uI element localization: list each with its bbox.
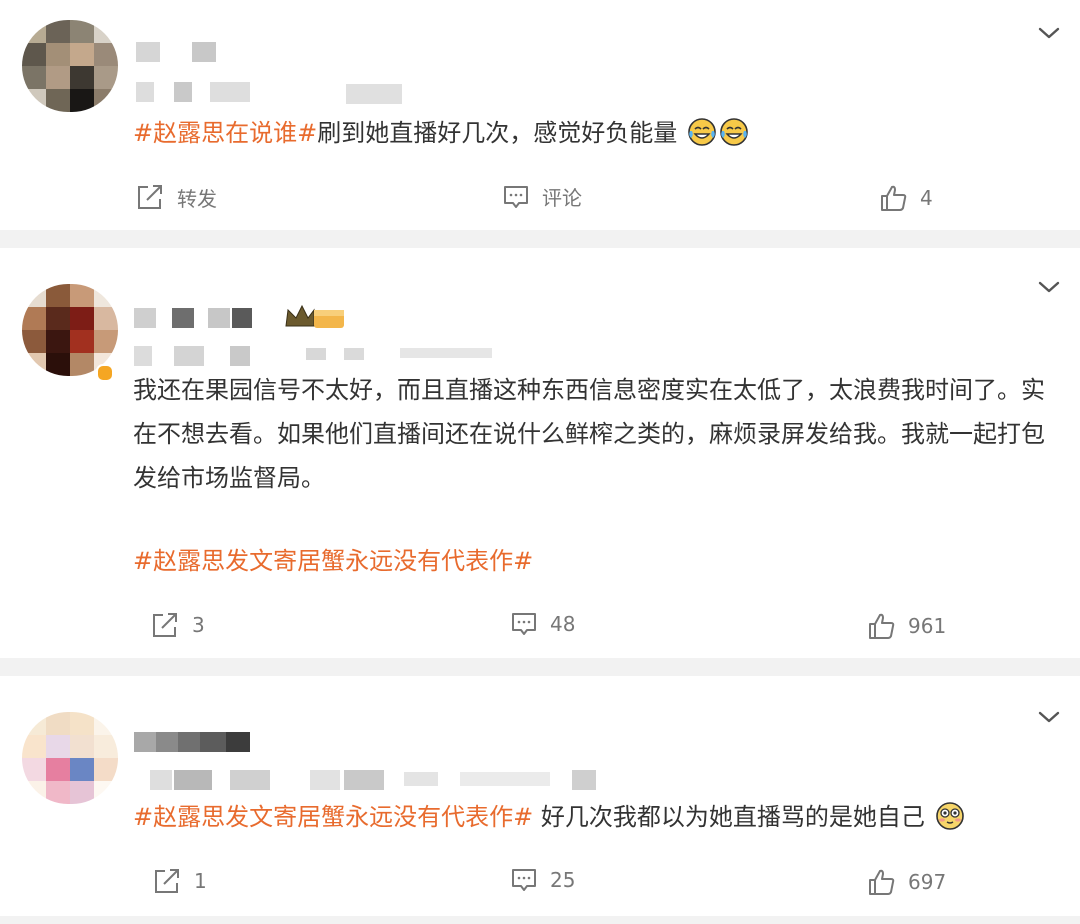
username-redacted [226, 732, 250, 752]
comment-icon [512, 869, 536, 891]
username-redacted [156, 732, 178, 752]
like-button[interactable]: 961 [868, 612, 946, 640]
meta-redacted [404, 772, 438, 786]
flushed-face-emoji [935, 802, 964, 830]
username-redacted[interactable] [134, 308, 156, 328]
meta-redacted [400, 348, 492, 358]
chevron-down-icon[interactable] [1038, 276, 1060, 298]
repost-button[interactable]: 1 [152, 866, 207, 896]
repost-button[interactable]: 转发 [135, 182, 217, 212]
meta-redacted [136, 82, 154, 102]
post-3: #赵露思发文寄居蟹永远没有代表作# 好几次我都以为她直播骂的是她自己 1 25 … [0, 676, 1080, 924]
meta-redacted [306, 348, 326, 360]
meta-redacted [572, 770, 596, 790]
meta-redacted [134, 346, 152, 366]
meta-redacted [150, 770, 172, 790]
hashtag-link[interactable]: #赵露思在说谁# [133, 119, 317, 147]
meta-redacted [174, 770, 212, 790]
username-redacted [200, 732, 226, 752]
repost-label: 转发 [177, 186, 217, 211]
share-icon [155, 869, 179, 893]
like-count: 697 [908, 870, 947, 894]
like-button[interactable]: 4 [880, 184, 933, 212]
post-text: #赵露思在说谁#刷到她直播好几次，感觉好负能量 [133, 112, 1053, 155]
meta-redacted [230, 346, 250, 366]
divider [0, 230, 1080, 248]
thumbs-up-icon [869, 613, 895, 639]
crying-laughing-emoji [688, 118, 716, 146]
comment-button[interactable]: 评论 [502, 182, 582, 211]
meta-redacted [210, 82, 250, 102]
repost-button[interactable]: 3 [150, 610, 205, 640]
meta-redacted [174, 346, 204, 366]
comment-icon [512, 613, 536, 635]
username-redacted [178, 732, 200, 752]
comment-button[interactable]: 25 [510, 866, 575, 894]
chevron-down-icon[interactable] [1038, 706, 1060, 728]
username-redacted [232, 308, 252, 328]
chevron-down-icon[interactable] [1038, 22, 1060, 44]
share-icon [153, 613, 177, 637]
comment-count: 48 [550, 612, 576, 636]
avatar[interactable] [22, 712, 118, 804]
thumbs-up-icon [869, 869, 895, 895]
divider [0, 916, 1080, 924]
vip-badge [96, 364, 114, 382]
comment-icon [504, 185, 528, 208]
crown-icon [285, 304, 344, 328]
post-hashtag-line: #赵露思发文寄居蟹永远没有代表作# [133, 540, 1053, 583]
avatar[interactable] [22, 284, 118, 376]
post-text: 我还在果园信号不太好，而且直播这种东西信息密度实在太低了，太浪费我时间了。实在不… [133, 368, 1049, 500]
meta-redacted [346, 84, 402, 104]
repost-count: 3 [192, 613, 205, 637]
repost-count: 1 [194, 869, 207, 893]
meta-redacted [344, 348, 364, 360]
meta-redacted [310, 770, 340, 790]
hashtag-link[interactable]: #赵露思发文寄居蟹永远没有代表作# [133, 803, 533, 831]
meta-redacted [344, 770, 384, 790]
post-body: 刷到她直播好几次，感觉好负能量 [317, 119, 678, 147]
username-redacted [172, 308, 194, 328]
username-redacted[interactable] [134, 732, 156, 752]
username-redacted[interactable] [136, 42, 160, 62]
username-redacted [208, 308, 230, 328]
comment-button[interactable]: 48 [510, 610, 575, 638]
like-count: 4 [920, 186, 933, 210]
hashtag-link[interactable]: #赵露思发文寄居蟹永远没有代表作# [133, 547, 533, 575]
meta-redacted [460, 772, 550, 786]
like-count: 961 [908, 614, 947, 638]
post-1: #赵露思在说谁#刷到她直播好几次，感觉好负能量 转发 评论 4 [0, 0, 1080, 230]
meta-redacted [174, 82, 192, 102]
post-2: 我还在果园信号不太好，而且直播这种东西信息密度实在太低了，太浪费我时间了。实在不… [0, 248, 1080, 658]
username-redacted [192, 42, 216, 62]
post-text: #赵露思发文寄居蟹永远没有代表作# 好几次我都以为她直播骂的是她自己 [133, 796, 1053, 839]
comment-count: 25 [550, 868, 576, 892]
like-button[interactable]: 697 [868, 868, 946, 896]
share-icon [138, 185, 162, 209]
avatar[interactable] [22, 20, 118, 112]
meta-redacted [230, 770, 270, 790]
comment-label: 评论 [542, 186, 582, 210]
thumbs-up-icon [881, 185, 907, 211]
divider [0, 658, 1080, 676]
post-body: 我还在果园信号不太好，而且直播这种东西信息密度实在太低了，太浪费我时间了。实在不… [133, 376, 1045, 492]
post-body: 好几次我都以为她直播骂的是她自己 [533, 803, 925, 831]
crying-laughing-emoji [720, 118, 748, 146]
